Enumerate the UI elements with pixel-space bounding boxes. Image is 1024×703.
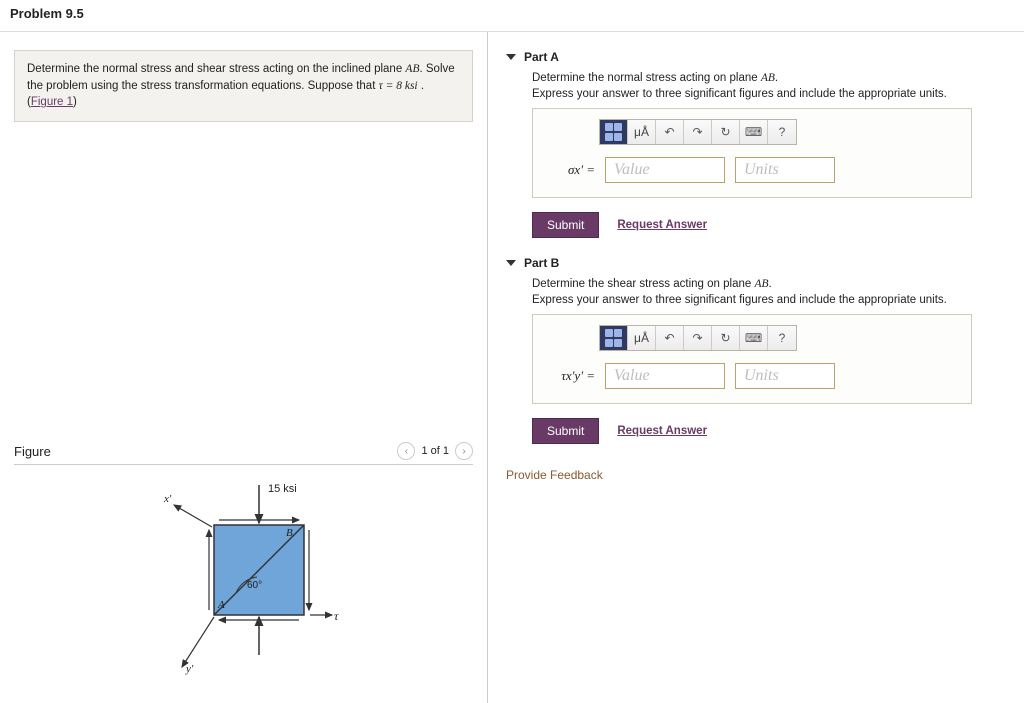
part-a-request-answer-link[interactable]: Request Answer (617, 219, 707, 231)
undo-button[interactable]: ↶ (656, 326, 684, 350)
tau-equation: τ = 8 ksi (379, 80, 418, 92)
reset-button[interactable]: ↻ (712, 326, 740, 350)
templates-icon[interactable] (600, 120, 628, 144)
figure-link[interactable]: Figure 1 (31, 96, 73, 108)
part-a-button-row: Submit Request Answer (532, 212, 1014, 238)
part-b-submit-button[interactable]: Submit (532, 418, 599, 444)
part-a-body: Determine the normal stress acting on pl… (506, 72, 1014, 256)
part-a-ab: AB (761, 72, 775, 84)
symbols-button[interactable]: μÅ (628, 120, 656, 144)
part-a-value-input[interactable]: Value (605, 157, 725, 183)
page-title: Problem 9.5 (0, 0, 1024, 32)
x-prime-axis-label: x' (164, 493, 171, 505)
tau-symbol: τx'y' = (555, 368, 595, 384)
figure-header: Figure ‹ 1 of 1 › (14, 442, 473, 465)
provide-feedback-link[interactable]: Provide Feedback (506, 468, 603, 482)
caret-down-icon (506, 260, 516, 266)
sigma-symbol: σx' = (555, 162, 595, 178)
part-b-directions: Express your answer to three significant… (532, 294, 1014, 306)
part-b-prompt: Determine the shear stress acting on pla… (532, 278, 1014, 290)
part-b-value-input[interactable]: Value (605, 363, 725, 389)
symbols-button[interactable]: μÅ (628, 326, 656, 350)
part-a-directions: Express your answer to three significant… (532, 88, 1014, 100)
content-columns: Determine the normal stress and shear st… (0, 32, 1024, 703)
part-b-header[interactable]: Part B (506, 256, 1014, 270)
page: Problem 9.5 Determine the normal stress … (0, 0, 1024, 703)
caret-down-icon (506, 54, 516, 60)
help-button[interactable]: ? (768, 120, 796, 144)
part-b-ab: AB (754, 278, 768, 290)
part-b-button-row: Submit Request Answer (532, 418, 1014, 444)
pager-prev-button[interactable]: ‹ (397, 442, 415, 460)
problem-text-4: ) (73, 96, 77, 108)
part-a-prompt: Determine the normal stress acting on pl… (532, 72, 1014, 84)
help-button[interactable]: ? (768, 326, 796, 350)
part-b-answer-panel: μÅ ↶ ↷ ↻ ⌨ ? τx'y' = Value Units (532, 314, 972, 404)
part-a-prompt-post: . (775, 72, 778, 84)
plane-ab: AB (405, 63, 419, 75)
tau-label: τ (334, 609, 338, 624)
point-a-label: A (218, 599, 225, 611)
part-a-toolbar: μÅ ↶ ↷ ↻ ⌨ ? (599, 119, 797, 145)
part-a-submit-button[interactable]: Submit (532, 212, 599, 238)
part-b-request-answer-link[interactable]: Request Answer (617, 425, 707, 437)
part-a-header[interactable]: Part A (506, 50, 1014, 64)
undo-button[interactable]: ↶ (656, 120, 684, 144)
problem-statement: Determine the normal stress and shear st… (14, 50, 473, 122)
figure-diagram: 15 ksi 60° A B x' y' τ (14, 465, 473, 685)
part-b-body: Determine the shear stress acting on pla… (506, 278, 1014, 462)
part-a-prompt-pre: Determine the normal stress acting on pl… (532, 72, 761, 84)
part-a-units-input[interactable]: Units (735, 157, 835, 183)
part-b-units-input[interactable]: Units (735, 363, 835, 389)
keyboard-button[interactable]: ⌨ (740, 326, 768, 350)
reset-button[interactable]: ↻ (712, 120, 740, 144)
part-b-prompt-pre: Determine the shear stress acting on pla… (532, 278, 754, 290)
angle-label: 60° (247, 580, 262, 591)
part-a-input-row: σx' = Value Units (555, 157, 957, 183)
pager-text: 1 of 1 (421, 445, 449, 457)
stress-value-label: 15 ksi (268, 483, 297, 495)
part-b-toolbar: μÅ ↶ ↷ ↻ ⌨ ? (599, 325, 797, 351)
part-b-title: Part B (524, 256, 559, 270)
stress-element-svg (14, 465, 474, 685)
redo-button[interactable]: ↷ (684, 120, 712, 144)
part-b-prompt-post: . (769, 278, 772, 290)
y-prime-axis-label: y' (186, 663, 193, 675)
redo-button[interactable]: ↷ (684, 326, 712, 350)
part-a-answer-panel: μÅ ↶ ↷ ↻ ⌨ ? σx' = Value Units (532, 108, 972, 198)
keyboard-button[interactable]: ⌨ (740, 120, 768, 144)
figure-pager: ‹ 1 of 1 › (397, 442, 473, 460)
part-a-title: Part A (524, 50, 559, 64)
problem-text: Determine the normal stress and shear st… (27, 63, 405, 75)
right-column: Part A Determine the normal stress actin… (488, 32, 1024, 703)
point-b-label: B (286, 527, 293, 539)
pager-next-button[interactable]: › (455, 442, 473, 460)
figure-label: Figure (14, 444, 51, 459)
left-column: Determine the normal stress and shear st… (0, 32, 488, 703)
templates-icon[interactable] (600, 326, 628, 350)
part-b-input-row: τx'y' = Value Units (555, 363, 957, 389)
